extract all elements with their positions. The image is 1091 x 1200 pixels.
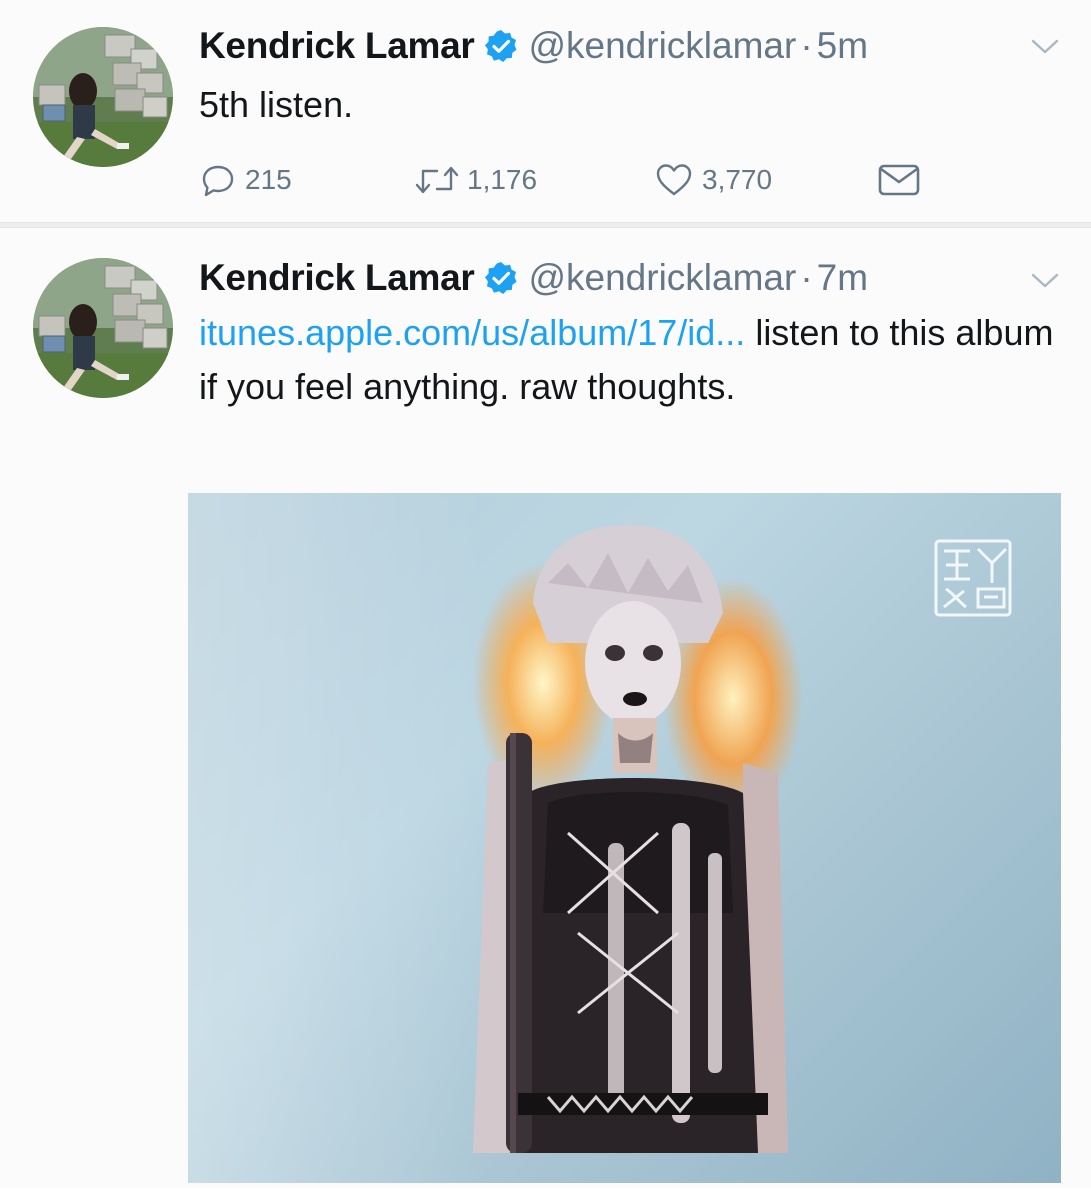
retweet-count: 1,176 bbox=[467, 164, 538, 195]
heart-icon bbox=[654, 161, 694, 199]
chevron-down-icon[interactable] bbox=[1028, 270, 1062, 292]
verified-badge-icon bbox=[484, 261, 518, 295]
separator-dot: · bbox=[800, 257, 813, 298]
direct-message-button[interactable] bbox=[877, 160, 921, 200]
tweet[interactable]: Kendrick Lamar @kendricklamar · 7m itune… bbox=[0, 228, 1091, 1200]
tweet-text: 5th listen. bbox=[199, 78, 1069, 132]
tweet-body: 5th listen. bbox=[199, 84, 354, 125]
tweet-header: Kendrick Lamar @kendricklamar · 7m bbox=[199, 258, 868, 298]
like-count: 3,770 bbox=[702, 164, 773, 195]
chinese-seal-watermark bbox=[934, 539, 1012, 617]
avatar[interactable] bbox=[33, 27, 173, 167]
album-cover-image[interactable] bbox=[188, 493, 1061, 1183]
verified-badge-icon bbox=[484, 29, 518, 63]
timestamp[interactable]: 5m bbox=[817, 26, 868, 66]
album-link[interactable]: itunes.apple.com/us/album/17/id... bbox=[199, 312, 745, 353]
avatar[interactable] bbox=[33, 258, 173, 398]
feed-bottom-edge bbox=[0, 1188, 1091, 1200]
reply-count: 215 bbox=[245, 164, 292, 195]
handle[interactable]: @kendricklamar bbox=[528, 258, 796, 298]
retweet-icon bbox=[415, 161, 459, 199]
tweet-text: itunes.apple.com/us/album/17/id... liste… bbox=[199, 306, 1069, 414]
tweet-header: Kendrick Lamar @kendricklamar · 5m bbox=[199, 26, 868, 66]
like-button[interactable]: 3,770 bbox=[654, 160, 772, 200]
tweet-actions: 215 1,176 3,770 bbox=[199, 160, 939, 200]
tweet-feed: Kendrick Lamar @kendricklamar · 5m 5th l… bbox=[0, 0, 1091, 1200]
display-name[interactable]: Kendrick Lamar bbox=[199, 26, 475, 66]
display-name[interactable]: Kendrick Lamar bbox=[199, 258, 475, 298]
reply-icon bbox=[199, 161, 237, 199]
handle[interactable]: @kendricklamar bbox=[528, 26, 796, 66]
retweet-button[interactable]: 1,176 bbox=[415, 160, 537, 200]
timestamp[interactable]: 7m bbox=[817, 258, 868, 298]
reply-button[interactable]: 215 bbox=[199, 160, 292, 200]
tweet[interactable]: Kendrick Lamar @kendricklamar · 5m 5th l… bbox=[0, 0, 1091, 222]
separator-dot: · bbox=[800, 25, 813, 66]
envelope-icon bbox=[877, 161, 921, 199]
chevron-down-icon[interactable] bbox=[1028, 36, 1062, 58]
